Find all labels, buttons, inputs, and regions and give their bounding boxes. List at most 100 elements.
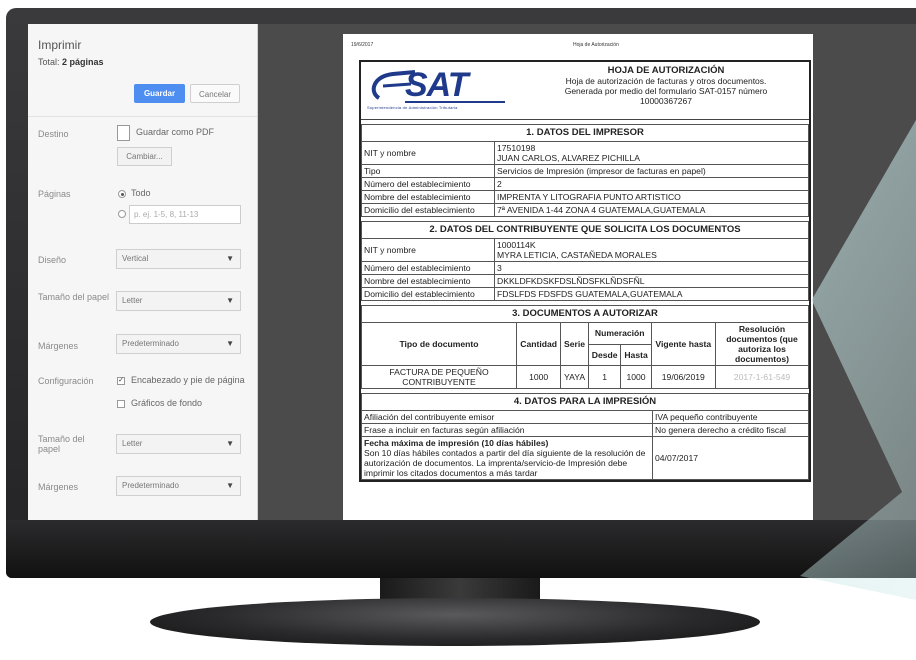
printer-nit: 17510198 [497, 143, 536, 153]
print-title: Imprimir [38, 38, 82, 52]
paper-size-select[interactable]: Letter ▼ [116, 291, 241, 311]
col-header: Cantidad [515, 322, 562, 366]
print-date: 19/6/2017 [351, 42, 374, 48]
sheet-heading-line2: Generada por medio del formulario SAT-01… [564, 86, 768, 96]
col-header: Tipo de documento [361, 322, 517, 366]
margins-select[interactable]: Predeterminado ▼ [116, 334, 241, 354]
field-label: Tipo [361, 164, 495, 178]
chevron-down-icon: ▼ [226, 339, 234, 348]
pages-all-radio[interactable] [118, 190, 126, 198]
change-destination-button[interactable]: Cambiar... [117, 147, 172, 166]
col-header: Serie [560, 322, 589, 366]
taxpayer-nit: 1000114K [497, 240, 536, 250]
paper-size-select-2[interactable]: Letter ▼ [116, 434, 241, 454]
margins-value: Predeterminado [122, 339, 179, 348]
print-deadline-cell: Fecha máxima de impresión (10 días hábil… [361, 436, 653, 480]
print-deadline-date: 04/07/2017 [652, 436, 809, 480]
layout-value: Vertical [122, 254, 149, 263]
pages-range-input[interactable]: p. ej. 1-5, 8, 11-13 [129, 205, 241, 224]
taxpayer-nit-name: 1000114K MYRA LETICIA, CASTAÑEDA MORALES [494, 238, 809, 262]
doc-from: 1 [587, 365, 622, 389]
paper-size-value: Letter [122, 296, 143, 305]
print-deadline-description: Son 10 días hábiles contados a partir de… [364, 448, 646, 478]
monitor-screen: Imprimir Total: 2 páginas Guardar Cancel… [28, 24, 916, 520]
field-label: Número del establecimiento [361, 177, 495, 191]
doc-quantity: 1000 [515, 365, 562, 389]
section-title: 2. DATOS DEL CONTRIBUYENTE QUE SOLICITA … [361, 221, 809, 239]
section-title: 1. DATOS DEL IMPRESOR [361, 124, 809, 142]
doc-to: 1000 [620, 365, 652, 389]
sat-logo: SAT Superintendencia de Administración T… [365, 66, 513, 112]
field-label: NIT y nombre [361, 238, 495, 262]
print-preview-page: 19/6/2017 Hoja de Autorización SAT Super… [343, 34, 813, 520]
section-documents: 3. DOCUMENTOS A AUTORIZAR Tipo de docume… [361, 301, 809, 389]
margins-label: Márgenes [38, 341, 79, 351]
doc-valid-until: 19/06/2019 [650, 365, 717, 389]
doc-series: YAYA [560, 365, 589, 389]
taxpayer-establishment-number: 3 [494, 261, 809, 275]
paper-size-label-2: Tamaño del papel [38, 434, 85, 454]
field-label: Nombre del establecimiento [361, 274, 495, 288]
section-title: 3. DOCUMENTOS A AUTORIZAR [361, 305, 809, 323]
print-header-title: Hoja de Autorización [573, 42, 619, 48]
printer-nit-name: 17510198 JUAN CARLOS, ALVAREZ PICHILLA [494, 141, 809, 165]
authorization-sheet: SAT Superintendencia de Administración T… [359, 60, 811, 482]
paper-size-label: Tamaño del papel [38, 292, 110, 302]
background-graphics-label: Gráficos de fondo [131, 398, 203, 408]
field-label: Domicilio del establecimiento [361, 203, 495, 217]
doc-resolution: 2017-1-61-549 [715, 365, 809, 389]
field-label: Número del establecimiento [361, 261, 495, 275]
section-title: 4. DATOS PARA LA IMPRESIÓN [361, 393, 809, 411]
layout-select[interactable]: Vertical ▼ [116, 249, 241, 269]
taxpayer-establishment-name: DKKLDFKDSKFDSLÑDSFKLÑDSFÑL [494, 274, 809, 288]
pages-custom-radio[interactable] [118, 210, 126, 218]
col-header: Vigente hasta [650, 322, 717, 366]
field-label: Frase a incluir en facturas según afilia… [361, 423, 653, 437]
chevron-down-icon: ▼ [226, 481, 234, 490]
background-graphics-checkbox[interactable] [117, 400, 125, 408]
layout-label: Diseño [38, 255, 67, 265]
print-deadline-label: Fecha máxima de impresión (10 días hábil… [364, 438, 549, 448]
chevron-down-icon: ▼ [226, 254, 234, 263]
total-label: Total: [38, 57, 60, 67]
col-header: Resolución documentos (que autoriza los … [715, 322, 809, 366]
margins-label-2: Márgenes [38, 482, 79, 492]
pages-all-label: Todo [131, 188, 151, 198]
invoice-phrase: No genera derecho a crédito fiscal [652, 423, 809, 437]
printer-address: 7ª AVENIDA 1-44 ZONA 4 GUATEMALA,GUATEMA… [494, 203, 809, 217]
field-label: NIT y nombre [361, 141, 495, 165]
pdf-file-icon [117, 125, 130, 141]
section-printing-data: 4. DATOS PARA LA IMPRESIÓN Afiliación de… [361, 389, 809, 480]
sheet-form-number: 10000367267 [639, 96, 692, 106]
margins-select-2[interactable]: Predeterminado ▼ [116, 476, 241, 496]
taxpayer-address: FDSLFDS FDSFDS GUATEMALA,GUATEMALA [494, 287, 809, 301]
margins-value-2: Predeterminado [122, 481, 179, 490]
chevron-down-icon: ▼ [226, 296, 234, 305]
sat-logo-subtitle: Superintendencia de Administración Tribu… [367, 105, 458, 110]
monitor-stand [150, 598, 760, 646]
issuer-affiliation: IVA pequeño contribuyente [652, 410, 809, 424]
col-header: Hasta [620, 343, 652, 366]
sheet-heading: HOJA DE AUTORIZACIÓN Hoja de autorizació… [521, 65, 811, 107]
header-footer-checkbox[interactable]: ✓ [117, 377, 125, 385]
col-header: Desde [587, 343, 622, 366]
cancel-button[interactable]: Cancelar [190, 84, 240, 103]
header-footer-label: Encabezado y pie de página [131, 375, 245, 385]
field-label: Afiliación del contribuyente emisor [361, 410, 653, 424]
sheet-heading-line1: Hoja de autorización de facturas y otros… [565, 76, 767, 86]
destination-label: Destino [38, 129, 69, 139]
section-printer: 1. DATOS DEL IMPRESOR NIT y nombre 175101… [361, 120, 809, 301]
save-button[interactable]: Guardar [134, 84, 185, 103]
total-pages: Total: 2 páginas [38, 57, 104, 67]
printer-establishment-number: 2 [494, 177, 809, 191]
printer-name: JUAN CARLOS, ALVAREZ PICHILLA [497, 153, 640, 163]
paper-size-value-2: Letter [122, 439, 143, 448]
field-label: Domicilio del establecimiento [361, 287, 495, 301]
col-header: Numeración [587, 322, 652, 345]
sheet-header: SAT Superintendencia de Administración T… [361, 62, 809, 120]
config-label: Configuración [38, 376, 94, 386]
sheet-heading-title: HOJA DE AUTORIZACIÓN [607, 65, 725, 76]
printer-establishment-name: IMPRENTA Y LITOGRAFIA PUNTO ARTISTICO [494, 190, 809, 204]
destination-value: Guardar como PDF [136, 127, 215, 137]
divider [28, 116, 257, 117]
